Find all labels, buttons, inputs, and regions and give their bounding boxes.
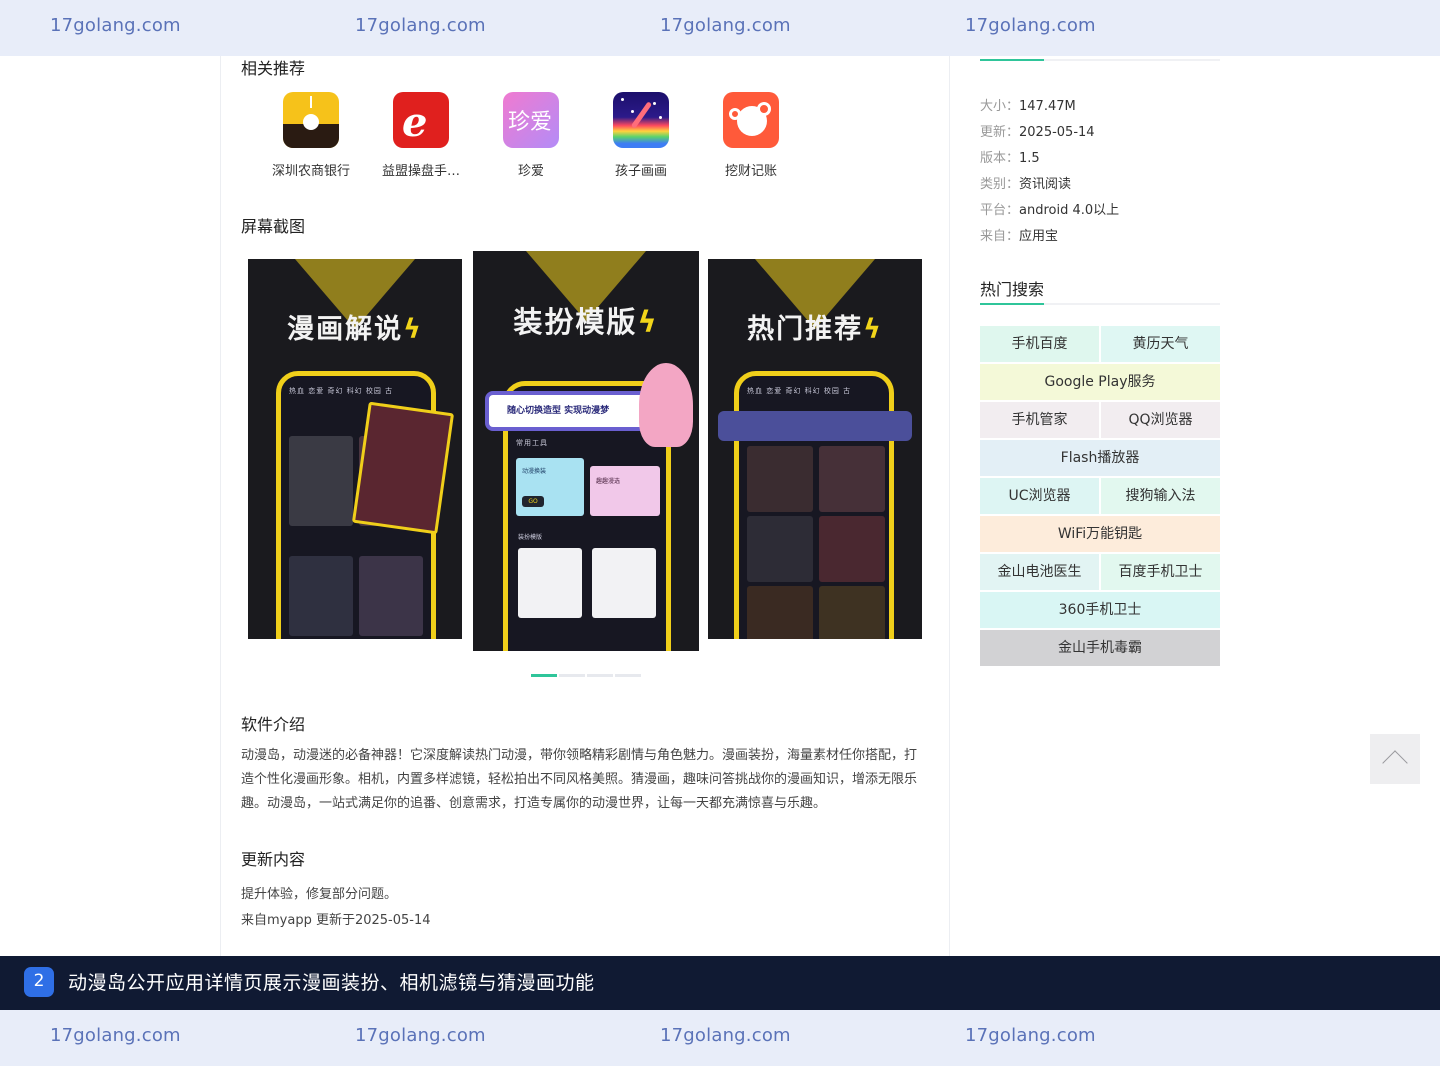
watermark-text: 17golang.com (50, 15, 181, 36)
hot-search-tag[interactable]: Google Play服务 (980, 364, 1220, 400)
chevron-up-icon (1382, 750, 1408, 776)
kids-drawing-icon (613, 92, 669, 148)
hot-search-tag[interactable]: UC浏览器 (980, 478, 1099, 514)
intro-text: 动漫岛，动漫迷的必备神器！它深度解读热门动漫，带你领略精彩剧情与角色魅力。漫画装… (241, 748, 918, 811)
screenshot-slide[interactable]: 热门推荐ϟ 热血 恋爱 奇幻 科幻 校园 古 (708, 259, 922, 639)
pager-dot[interactable] (559, 674, 585, 677)
related-app-shenzhen-bank[interactable]: 深圳农商银行 (256, 92, 366, 179)
info-platform: 平台：android 4.0以上 (980, 203, 1120, 218)
hot-search-tag[interactable]: QQ浏览器 (1101, 402, 1220, 438)
slide-headline: 漫画解说 (287, 314, 404, 345)
slide-headline: 装扮模版 (513, 305, 638, 339)
related-app-zhenai[interactable]: 珍爱 珍爱 (476, 92, 586, 179)
screenshot-slide[interactable]: 装扮模版ϟ 常用工具 动漫换装 GO 趣趣漫选 装扮模版 随心切换造型 实现动漫… (473, 251, 699, 651)
watermark-bar-top: 17golang.com 17golang.com 17golang.com 1… (0, 0, 1440, 56)
watermark-text: 17golang.com (965, 15, 1096, 36)
hot-search-tag[interactable]: 百度手机卫士 (1101, 554, 1220, 590)
info-size: 大小：147.47M (980, 99, 1076, 114)
slide-headline: 热门推荐 (747, 314, 864, 345)
info-category: 类别：资讯阅读 (980, 177, 1072, 192)
watermark-text: 17golang.com (660, 1025, 791, 1046)
hot-search-tag[interactable]: 黄历天气 (1101, 326, 1220, 362)
hot-search-tag[interactable]: 搜狗输入法 (1101, 478, 1220, 514)
hot-search-tag[interactable]: Flash播放器 (980, 440, 1220, 476)
related-app-name: 深圳农商银行 (271, 164, 350, 179)
wacai-ledger-icon (723, 92, 779, 148)
main-content: 相关推荐 深圳农商银行 e 益盟操盘手… 珍爱 珍爱 孩子画画 挖财记账 屏幕截… (220, 0, 950, 956)
intro-title: 软件介绍 (241, 715, 306, 734)
pager-dot[interactable] (615, 674, 641, 677)
watermark-bar-bottom: 17golang.com 17golang.com 17golang.com 1… (0, 1010, 1440, 1066)
screenshot-slide[interactable]: 漫画解说ϟ 热血 恋爱 奇幻 科幻 校园 古 (248, 259, 462, 639)
hot-search-tag[interactable]: 金山手机毒霸 (980, 630, 1220, 666)
related-app-name: 孩子画画 (614, 164, 667, 179)
watermark-text: 17golang.com (355, 15, 486, 36)
related-app-name: 挖财记账 (724, 164, 777, 179)
watermark-text: 17golang.com (50, 1025, 181, 1046)
pager-dot[interactable] (531, 674, 557, 677)
info-version: 版本：1.5 (980, 151, 1040, 166)
related-app-yimeng[interactable]: e 益盟操盘手… (366, 92, 476, 179)
update-title: 更新内容 (241, 850, 306, 869)
related-app-name: 益盟操盘手… (381, 164, 460, 179)
watermark-text: 17golang.com (965, 1025, 1096, 1046)
hot-search-tag[interactable]: WiFi万能钥匙 (980, 516, 1220, 552)
related-app-wacai[interactable]: 挖财记账 (696, 92, 806, 179)
screenshots-title: 屏幕截图 (241, 217, 306, 236)
caption-text: 动漫岛公开应用详情页展示漫画装扮、相机滤镜与猜漫画功能 (68, 972, 595, 994)
info-updated: 更新：2025-05-14 (980, 125, 1095, 140)
info-source: 来自：应用宝 (980, 229, 1059, 244)
watermark-text: 17golang.com (660, 15, 791, 36)
update-line: 提升体验，修复部分问题。 (241, 887, 398, 902)
sidebar: 大小：147.47M 更新：2025-05-14 版本：1.5 类别：资讯阅读 … (980, 0, 1220, 956)
sidebar-divider (980, 59, 1220, 61)
yimeng-trader-icon: e (393, 92, 449, 148)
caption-bar: 2 动漫岛公开应用详情页展示漫画装扮、相机滤镜与猜漫画功能 (0, 956, 1440, 1010)
back-to-top-button[interactable] (1370, 734, 1420, 784)
hot-search-tag[interactable]: 手机百度 (980, 326, 1099, 362)
hot-search-title: 热门搜索 (980, 280, 1045, 299)
update-source: 来自myapp 更新于2025-05-14 (241, 913, 431, 928)
watermark-text: 17golang.com (355, 1025, 486, 1046)
hot-search-tag[interactable]: 金山电池医生 (980, 554, 1099, 590)
caption-number-badge: 2 (24, 967, 54, 997)
shenzhen-bank-icon (283, 92, 339, 148)
related-title: 相关推荐 (241, 59, 306, 78)
related-app-kids-drawing[interactable]: 孩子画画 (586, 92, 696, 179)
sidebar-divider (980, 303, 1220, 305)
hot-search-tag[interactable]: 360手机卫士 (980, 592, 1220, 628)
zhenai-icon: 珍爱 (503, 92, 559, 148)
pager-dot[interactable] (587, 674, 613, 677)
hot-search-tag[interactable]: 手机管家 (980, 402, 1099, 438)
related-app-name: 珍爱 (517, 164, 544, 179)
